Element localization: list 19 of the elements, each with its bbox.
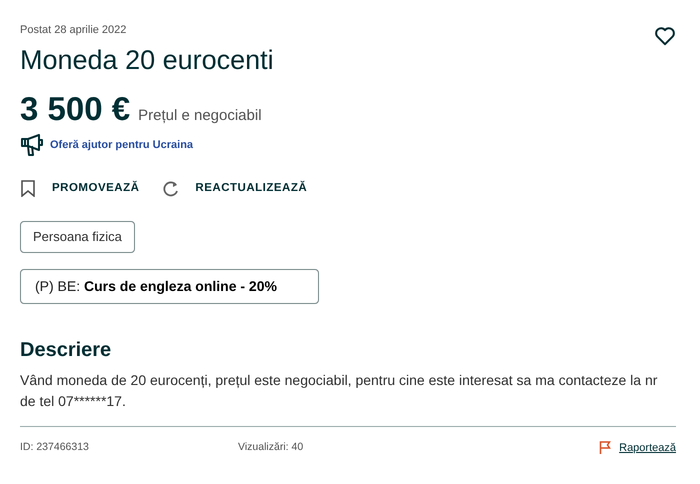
ad-id: ID: 237466313 bbox=[20, 440, 90, 456]
ukraine-help-link[interactable]: Oferă ajutor pentru Ucraina bbox=[50, 136, 194, 154]
flag-icon bbox=[599, 441, 612, 454]
ad-title: Moneda 20 eurocenti bbox=[20, 44, 275, 76]
heart-icon bbox=[654, 26, 676, 46]
view-count: Vizualizări: 40 bbox=[238, 440, 304, 456]
bookmark-icon bbox=[20, 180, 36, 198]
price-note: Prețul e negociabil bbox=[138, 106, 262, 126]
promo-banner[interactable]: (P) BE: Curs de engleza online - 20% bbox=[20, 268, 319, 304]
megaphone-icon bbox=[20, 134, 46, 156]
seller-type-button[interactable]: Persoana fizica bbox=[20, 221, 135, 253]
report-link[interactable]: Raportează bbox=[619, 440, 676, 456]
promote-button[interactable]: PROMOVEAZĂ bbox=[52, 180, 140, 198]
post-date: Postat 28 aprilie 2022 bbox=[20, 23, 126, 38]
refresh-button[interactable]: REACTUALIZEAZĂ bbox=[195, 180, 308, 198]
description-text: Vând moneda de 20 eurocenți, prețul este negociabil, pentru cine este interesat sa ma contacteze la nr de tel 07******17. bbox=[20, 370, 658, 411]
refresh-icon bbox=[163, 180, 180, 197]
price: 3 500 € bbox=[20, 89, 130, 130]
section-heading: Descriere bbox=[20, 338, 112, 362]
